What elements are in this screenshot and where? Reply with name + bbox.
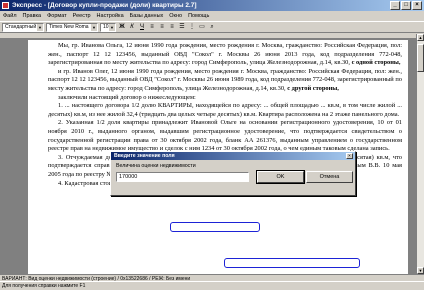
value-input[interactable]: 170000: [116, 172, 249, 182]
size-select-value: 10: [103, 23, 109, 30]
doc-paragraph: 1. ... настоящего договора 1/2 долю КВАР…: [48, 102, 402, 118]
menu-bar: Файл Правка Формат Реестр Настройка Базы…: [0, 11, 424, 21]
ok-button[interactable]: OK: [256, 170, 305, 184]
doc-paragraph: заключили настоящий договор о нижеследую…: [58, 93, 196, 101]
title-bar: Экспресс - [Договор купли-продажи (доли)…: [0, 0, 424, 11]
window-title: Экспресс - [Договор купли-продажи (доли)…: [12, 2, 197, 9]
scroll-down-icon[interactable]: ▼: [417, 267, 424, 274]
dialog-title: Введите значение поля: [111, 152, 355, 160]
input-dialog: Введите значение поля × Величина оценки …: [110, 151, 356, 196]
chevron-down-icon: ▼: [37, 23, 43, 31]
scroll-up-icon[interactable]: ▲: [417, 34, 424, 41]
style-select[interactable]: Стандартный ▼: [2, 22, 44, 32]
maximize-button[interactable]: □: [401, 1, 411, 10]
doc-paragraph: 2. Указанная 1/2 доля квартиры принадлеж…: [48, 119, 402, 153]
app-icon: [2, 2, 9, 9]
ruler: [0, 34, 416, 39]
print-icon[interactable]: ▭: [198, 23, 206, 31]
bold-icon[interactable]: Ж: [118, 23, 126, 31]
scroll-thumb[interactable]: [417, 44, 424, 72]
style-select-value: Стандартный: [5, 23, 37, 30]
close-button[interactable]: ×: [412, 1, 422, 10]
align-right-icon[interactable]: ≡: [168, 23, 176, 31]
doc-paragraph: и гр. Иванов Олег, 12 июня 1990 года рож…: [48, 67, 402, 92]
doc-paragraph: Мы, гр. Иванова Ольга, 12 июня 1990 года…: [48, 42, 402, 67]
formatting-toolbar: Стандартный ▼ Times New Roma ▼ 10 ▼ Ж К Ч ≡…: [0, 21, 424, 33]
close-icon[interactable]: ×: [346, 153, 353, 159]
minimize-button[interactable]: _: [390, 1, 400, 10]
menu-window[interactable]: Окно: [169, 13, 182, 19]
menu-file[interactable]: Файл: [3, 13, 17, 19]
list-icon[interactable]: ⋮: [188, 23, 196, 31]
font-select-value: Times New Roma: [49, 23, 89, 30]
chevron-down-icon: ▼: [91, 23, 97, 31]
chevron-down-icon: ▼: [109, 23, 115, 31]
menu-databases[interactable]: Базы данных: [130, 13, 164, 19]
menu-edit[interactable]: Правка: [23, 13, 42, 19]
menu-settings[interactable]: Настройка: [97, 13, 124, 19]
align-center-icon[interactable]: ≡: [158, 23, 166, 31]
status-line-help: Для получения справки нажмите F1: [0, 281, 424, 289]
italic-icon[interactable]: К: [128, 23, 136, 31]
menu-format[interactable]: Формат: [47, 13, 67, 19]
search-icon[interactable]: ⌕: [208, 23, 216, 31]
menu-registry[interactable]: Реестр: [73, 13, 91, 19]
app-window: Экспресс - [Договор купли-продажи (доли)…: [0, 0, 424, 289]
justify-icon[interactable]: ☰: [178, 23, 186, 31]
vertical-scrollbar[interactable]: ▲ ▼: [416, 34, 424, 274]
size-select[interactable]: 10 ▼: [100, 22, 116, 32]
align-left-icon[interactable]: ≡: [148, 23, 156, 31]
cancel-button[interactable]: Отмена: [306, 171, 353, 183]
font-select[interactable]: Times New Roma ▼: [46, 22, 98, 32]
underline-icon[interactable]: Ч: [138, 23, 146, 31]
dialog-label: Величина оценки недвижимости: [116, 163, 196, 169]
menu-help[interactable]: Помощь: [188, 13, 209, 19]
